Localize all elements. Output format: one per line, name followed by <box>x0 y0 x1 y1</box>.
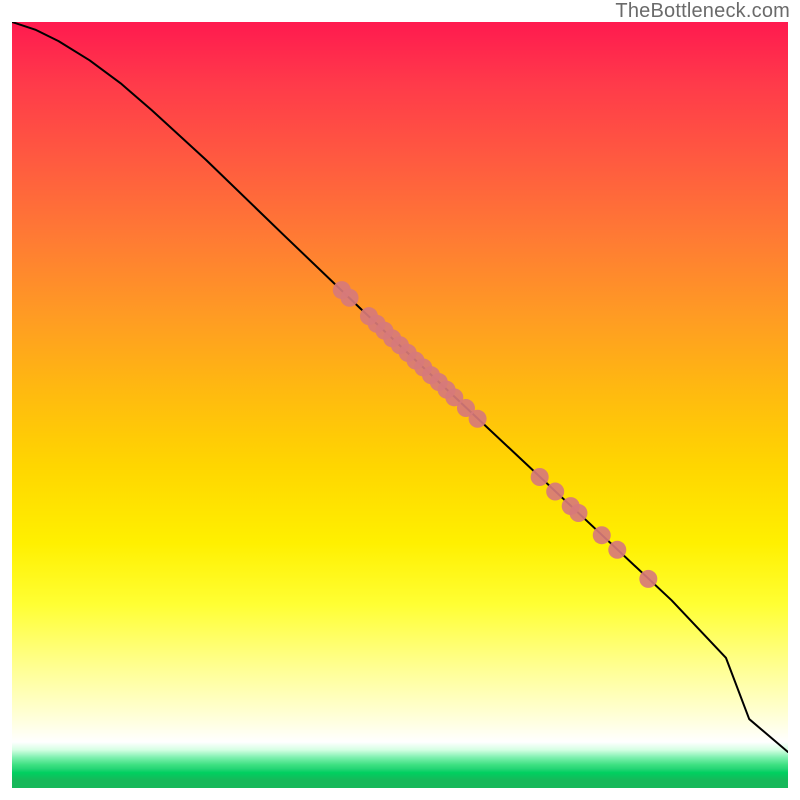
attribution-label: TheBottleneck.com <box>615 0 790 23</box>
curve-marker <box>608 541 626 559</box>
curve-marker <box>569 504 587 522</box>
bottleneck-curve <box>12 22 788 752</box>
curve-marker <box>639 570 657 588</box>
curve-marker <box>469 410 487 428</box>
curve-marker <box>531 468 549 486</box>
chart-svg-overlay <box>12 22 788 788</box>
curve-marker <box>593 526 611 544</box>
curve-marker <box>341 289 359 307</box>
chart-container: TheBottleneck.com <box>0 0 800 800</box>
curve-marker <box>546 483 564 501</box>
bottleneck-curve-path <box>12 22 788 752</box>
plot-area <box>12 22 788 788</box>
